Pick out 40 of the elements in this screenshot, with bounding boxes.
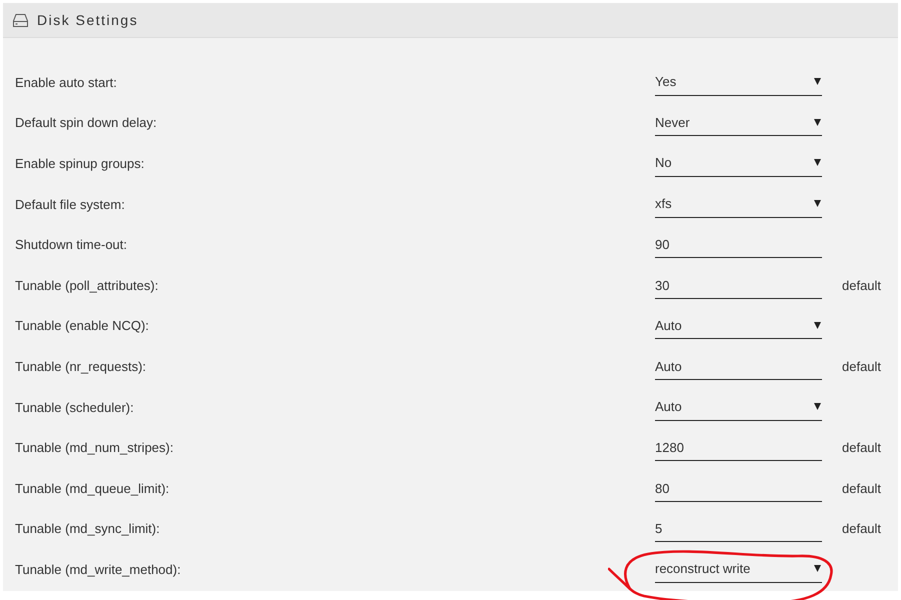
setting-label: Shutdown time-out:	[15, 237, 128, 252]
text-field[interactable]: 5	[655, 515, 822, 542]
caret-icon	[814, 403, 821, 410]
default-note: default	[842, 480, 882, 496]
caret-icon	[814, 565, 821, 572]
caret-icon	[814, 118, 821, 126]
default-note: default	[842, 440, 882, 456]
setting-label: Enable auto start:	[15, 74, 117, 90]
default-note: default	[842, 521, 882, 536]
dropdown[interactable]: Yes	[655, 68, 822, 96]
setting-label: Tunable (md_queue_limit):	[15, 480, 170, 496]
setting-label: Default spin down delay:	[15, 115, 157, 130]
text-field[interactable]: 30	[655, 272, 822, 299]
section-title: Disk Settings	[37, 12, 138, 28]
dropdown[interactable]: Auto	[655, 394, 822, 421]
default-note: default	[842, 358, 882, 374]
dropdown[interactable]: xfs	[655, 190, 822, 218]
dropdown[interactable]: Auto	[655, 312, 822, 340]
dropdown[interactable]: No	[655, 150, 822, 177]
text-field[interactable]: 80	[655, 474, 822, 502]
text-field[interactable]: 90	[655, 231, 822, 258]
hard-drive-icon	[13, 14, 28, 26]
setting-label: Tunable (scheduler):	[15, 400, 134, 415]
caret-icon	[814, 159, 821, 166]
text-field[interactable]: Auto	[655, 352, 822, 380]
text-field[interactable]: 1280	[655, 434, 822, 462]
dropdown[interactable]: Never	[655, 109, 822, 136]
setting-label: Default file system:	[15, 196, 125, 212]
caret-icon	[814, 322, 821, 329]
dropdown[interactable]: reconstruct write	[655, 556, 822, 583]
setting-label: Tunable (nr_requests):	[15, 358, 146, 374]
default-note: default	[842, 278, 882, 293]
caret-icon	[814, 78, 821, 86]
setting-label: Tunable (enable NCQ):	[15, 318, 149, 334]
setting-label: Tunable (md_write_method):	[15, 562, 181, 577]
caret-icon	[814, 200, 821, 208]
setting-label: Enable spinup groups:	[15, 156, 144, 171]
setting-label: Tunable (md_num_stripes):	[15, 440, 174, 456]
setting-label: Tunable (md_sync_limit):	[15, 521, 160, 536]
setting-label: Tunable (poll_attributes):	[15, 278, 158, 293]
